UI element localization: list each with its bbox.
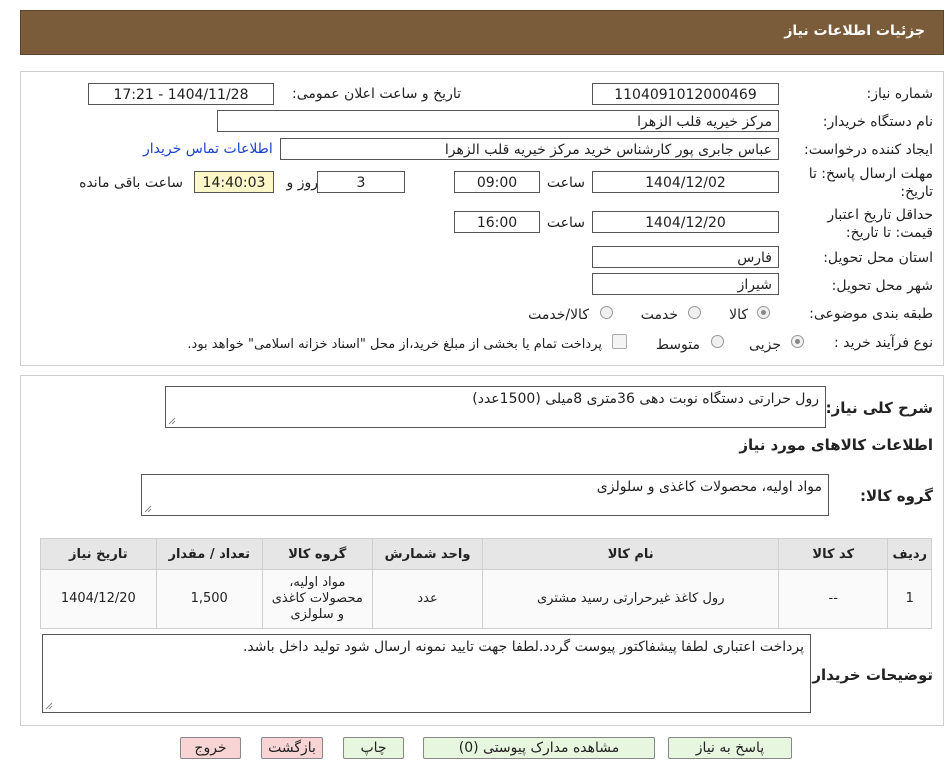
province-field: فارس: [592, 246, 779, 268]
summary-label: شرح کلی نیاز:: [825, 399, 933, 417]
category-option-goods: کالا: [729, 307, 748, 323]
need-number-label: شماره نیاز:: [866, 86, 934, 102]
view-attachments-button[interactable]: مشاهده مدارک پیوستی (0): [423, 737, 655, 759]
goods-table-header: ردیف کد کالا نام کالا واحد شمارش گروه کا…: [40, 538, 932, 570]
deadline-label-line2: تاریخ:: [900, 184, 933, 200]
category-radio-goods-service[interactable]: [600, 306, 613, 319]
validity-label-line1: حداقل تاریخ اعتبار: [827, 207, 933, 223]
goods-group-textarea[interactable]: مواد اولیه، محصولات کاغذی و سلولزی: [141, 474, 829, 516]
page-title: جزئیات اطلاعات نیاز: [784, 23, 925, 39]
validity-time-field: 16:00: [454, 211, 540, 233]
province-label: استان محل تحویل:: [823, 250, 933, 266]
deadline-date-field: 1404/12/02: [592, 171, 779, 193]
process-option-medium: متوسط: [656, 337, 700, 353]
city-field: شیراز: [592, 273, 779, 295]
table-row: 1 -- رول کاغذ غیرحرارتی رسید مشتری عدد م…: [40, 569, 932, 629]
col-item-code: کد کالا: [778, 538, 889, 570]
announce-datetime-field: 1404/11/28 - 17:21: [88, 83, 274, 105]
need-number-field: 1104091012000469: [592, 83, 779, 105]
cell-quantity: 1,500: [155, 569, 263, 629]
col-item-name: نام کالا: [482, 538, 780, 570]
buyer-notes-label: توضیحات خریدار:: [806, 666, 933, 684]
process-radio-minor[interactable]: [791, 335, 804, 348]
buyer-contact-link[interactable]: اطلاعات تماس خریدار: [143, 141, 273, 157]
col-row-number: ردیف: [887, 538, 932, 570]
buyer-org-label: نام دستگاه خریدار:: [822, 114, 933, 130]
category-option-goods-service: کالا/خدمت: [528, 307, 589, 323]
category-radio-service[interactable]: [688, 306, 701, 319]
cell-row-number: 1: [887, 569, 932, 629]
col-need-date: تاریخ نیاز: [40, 538, 157, 570]
category-label: طبقه بندی موضوعی:: [809, 306, 933, 322]
buyer-org-field: مرکز خیریه قلب الزهرا: [217, 110, 779, 132]
buyer-notes-text: پرداخت اعتباری لطفا پیشفاکتور پیوست گردد…: [242, 639, 804, 655]
col-item-group: گروه کالا: [261, 538, 373, 570]
treasury-payment-note: پرداخت تمام یا بخشی از مبلغ خرید،از محل …: [187, 337, 602, 352]
days-label: روز و: [286, 175, 319, 191]
city-label: شهر محل تحویل:: [831, 278, 933, 294]
category-radio-goods[interactable]: [757, 306, 770, 319]
category-option-service: خدمت: [640, 307, 678, 323]
back-button[interactable]: بازگشت: [261, 737, 323, 759]
reply-to-need-button[interactable]: پاسخ به نیاز: [668, 737, 792, 759]
goods-table: ردیف کد کالا نام کالا واحد شمارش گروه کا…: [40, 538, 932, 629]
goods-group-label: گروه کالا:: [860, 487, 933, 505]
remaining-days-field: 3: [317, 171, 405, 193]
validity-label-line2: قیمت: تا تاریخ:: [845, 225, 933, 241]
col-quantity: تعداد / مقدار: [155, 538, 263, 570]
cell-need-date: 1404/12/20: [40, 569, 157, 629]
process-option-minor: جزیی: [749, 337, 781, 353]
deadline-label-line1: مهلت ارسال پاسخ: تا: [808, 166, 933, 182]
cell-unit: عدد: [371, 569, 484, 629]
process-type-label: نوع فرآیند خرید :: [834, 335, 933, 351]
validity-date-field: 1404/12/20: [592, 211, 779, 233]
deadline-time-field: 09:00: [454, 171, 540, 193]
validity-time-label: ساعت: [546, 215, 585, 231]
col-unit: واحد شمارش: [371, 538, 484, 570]
summary-textarea[interactable]: رول حرارتی دستگاه نوبت دهی 36متری 8میلی …: [165, 386, 826, 428]
resize-grip-icon: [144, 505, 152, 513]
exit-button[interactable]: خروج: [180, 737, 241, 759]
resize-grip-icon: [168, 417, 176, 425]
remaining-time-label: ساعت باقی مانده: [79, 175, 183, 191]
cell-item-name: رول کاغذ غیرحرارتی رسید مشتری: [482, 569, 780, 629]
print-button[interactable]: چاپ: [343, 737, 404, 759]
deadline-time-label: ساعت: [546, 175, 585, 191]
buyer-notes-textarea[interactable]: پرداخت اعتباری لطفا پیشفاکتور پیوست گردد…: [42, 634, 811, 713]
summary-text: رول حرارتی دستگاه نوبت دهی 36متری 8میلی …: [472, 391, 819, 407]
process-radio-medium[interactable]: [711, 335, 724, 348]
page-header: جزئیات اطلاعات نیاز: [20, 10, 944, 55]
resize-grip-icon: [45, 702, 53, 710]
requester-field: عباس جابری پور کارشناس خرید مرکز خیریه ق…: [280, 138, 779, 160]
goods-group-text: مواد اولیه، محصولات کاغذی و سلولزی: [596, 479, 822, 495]
cell-item-code: --: [778, 569, 889, 629]
requester-label: ایجاد کننده درخواست:: [804, 142, 933, 158]
cell-item-group: مواد اولیه، محصولات کاغذی و سلولزی: [261, 569, 373, 629]
treasury-payment-checkbox[interactable]: [612, 334, 627, 349]
remaining-time-field: 14:40:03: [194, 171, 274, 193]
goods-section-title: اطلاعات کالاهای مورد نیاز: [739, 436, 933, 454]
announce-label: تاریخ و ساعت اعلان عمومی:: [292, 86, 461, 102]
